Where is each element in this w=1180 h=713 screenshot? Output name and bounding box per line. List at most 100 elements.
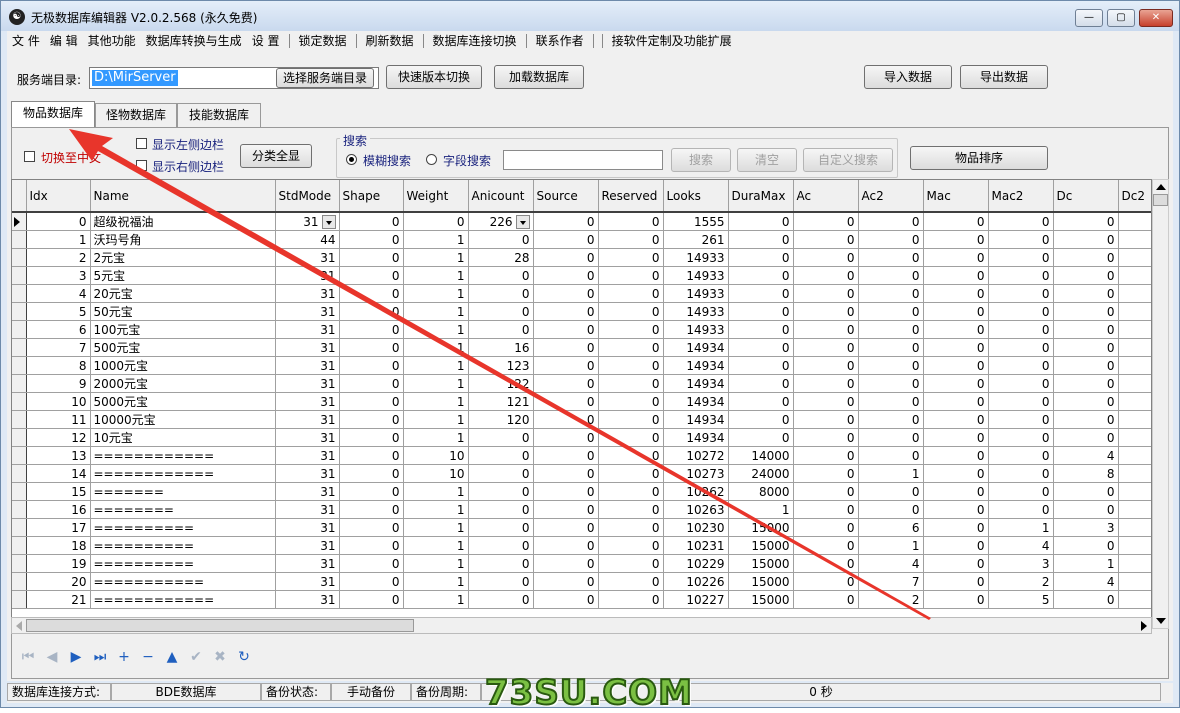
scroll-up-icon[interactable] xyxy=(1156,184,1166,190)
vertical-scroll-thumb[interactable] xyxy=(1153,194,1168,206)
table-cell[interactable]: 0 xyxy=(533,590,599,609)
table-cell[interactable]: 0 xyxy=(598,266,664,285)
row-indicator[interactable] xyxy=(12,338,27,357)
items-grid[interactable]: Idx Name StdMode Shape Weight Anicount Source R… xyxy=(11,179,1152,629)
table-cell[interactable]: 1 xyxy=(728,500,794,519)
table-row[interactable]: 13 ============ 31 0 10 0 0 0 10272 14000 0 0 0 0 4 xyxy=(12,446,1151,465)
table-cell[interactable]: 0 xyxy=(728,284,794,303)
table-cell[interactable]: 100元宝 xyxy=(90,320,276,339)
table-cell[interactable]: 0 xyxy=(339,284,404,303)
table-cell[interactable]: 0 xyxy=(988,464,1054,483)
table-row[interactable]: 12 10元宝 31 0 1 0 0 0 14934 0 0 0 0 0 0 xyxy=(12,428,1151,447)
table-cell[interactable]: ======== xyxy=(90,500,276,519)
search-button[interactable]: 搜索 xyxy=(671,148,731,172)
table-cell[interactable]: 31 xyxy=(275,410,340,429)
show-right-checkbox[interactable] xyxy=(136,160,147,171)
scroll-left-icon[interactable] xyxy=(16,621,22,631)
table-cell[interactable]: 261 xyxy=(663,230,729,249)
table-cell[interactable]: =========== xyxy=(90,572,276,591)
table-row[interactable]: 5 50元宝 31 0 1 0 0 0 14933 0 0 0 0 0 0 xyxy=(12,302,1151,321)
table-cell[interactable]: 0 xyxy=(988,230,1054,249)
table-cell[interactable]: 0 xyxy=(923,356,989,375)
table-cell[interactable]: 0 xyxy=(339,518,404,537)
table-cell[interactable]: 0 xyxy=(988,482,1054,501)
table-cell[interactable]: 1 xyxy=(26,230,91,249)
row-indicator[interactable] xyxy=(12,284,27,303)
table-cell[interactable]: 0 xyxy=(468,554,534,573)
table-cell[interactable] xyxy=(1118,590,1151,609)
table-cell[interactable] xyxy=(1118,266,1151,285)
menu-item[interactable]: 接软件定制及功能扩展 xyxy=(607,31,737,51)
table-row[interactable]: 18 ========== 31 0 1 0 0 0 10231 15000 0 1 0 4 0 xyxy=(12,536,1151,555)
table-row[interactable]: 4 20元宝 31 0 1 0 0 0 14933 0 0 0 0 0 0 xyxy=(12,284,1151,303)
table-cell[interactable]: 44 xyxy=(275,230,340,249)
table-cell[interactable]: 0 xyxy=(339,302,404,321)
table-cell[interactable]: 31 xyxy=(275,302,340,321)
table-cell[interactable]: 6 xyxy=(26,320,91,339)
table-cell[interactable]: 0 xyxy=(1053,410,1119,429)
table-cell[interactable]: 0 xyxy=(923,374,989,393)
table-cell[interactable]: 16 xyxy=(468,338,534,357)
table-row[interactable]: 0 超级祝福油 31 0 0 226 0 0 1555 0 0 0 0 0 0 xyxy=(12,212,1151,231)
table-cell[interactable]: 0 xyxy=(858,248,924,267)
table-cell[interactable]: 0 xyxy=(923,248,989,267)
table-cell[interactable] xyxy=(1118,428,1151,447)
table-cell[interactable]: 0 xyxy=(533,446,599,465)
table-cell[interactable]: 1 xyxy=(403,590,469,609)
table-cell[interactable]: 0 xyxy=(858,446,924,465)
table-cell[interactable]: 0 xyxy=(858,212,924,231)
table-cell[interactable]: 0 xyxy=(468,428,534,447)
table-cell[interactable]: 0 xyxy=(598,518,664,537)
table-cell[interactable]: 0 xyxy=(923,392,989,411)
table-cell[interactable]: 0 xyxy=(728,320,794,339)
table-cell[interactable]: 0 xyxy=(923,212,989,231)
table-cell[interactable]: 0 xyxy=(533,572,599,591)
table-cell[interactable]: 0 xyxy=(923,428,989,447)
table-cell[interactable]: 15000 xyxy=(728,572,794,591)
table-cell[interactable]: 123 xyxy=(468,356,534,375)
table-cell[interactable]: 0 xyxy=(533,284,599,303)
table-cell[interactable]: 500元宝 xyxy=(90,338,276,357)
table-cell[interactable]: 7 xyxy=(858,572,924,591)
table-cell[interactable]: 0 xyxy=(533,464,599,483)
table-row[interactable]: 21 ============ 31 0 1 0 0 0 10227 15000 0 2 0 5 0 xyxy=(12,590,1151,609)
table-cell[interactable]: 10229 xyxy=(663,554,729,573)
table-cell[interactable]: 0 xyxy=(1053,320,1119,339)
table-cell[interactable]: 10231 xyxy=(663,536,729,555)
table-row[interactable]: 11 10000元宝 31 0 1 120 0 0 14934 0 0 0 0 0 0 xyxy=(12,410,1151,429)
table-cell[interactable]: 0 xyxy=(793,482,859,501)
table-cell[interactable]: 0 xyxy=(793,356,859,375)
table-row[interactable]: 17 ========== 31 0 1 0 0 0 10230 15000 0 6 0 1 3 xyxy=(12,518,1151,537)
table-cell[interactable]: 0 xyxy=(1053,356,1119,375)
table-cell[interactable] xyxy=(1118,374,1151,393)
table-cell[interactable]: 0 xyxy=(533,338,599,357)
table-cell[interactable]: 0 xyxy=(988,266,1054,285)
table-cell[interactable]: 0 xyxy=(793,302,859,321)
table-cell[interactable]: 0 xyxy=(468,536,534,555)
table-cell[interactable]: 0 xyxy=(533,518,599,537)
first-icon[interactable]: ⏮ xyxy=(19,648,37,666)
table-cell[interactable]: 10226 xyxy=(663,572,729,591)
table-cell[interactable] xyxy=(1118,572,1151,591)
table-cell[interactable]: 0 xyxy=(793,572,859,591)
menu-item[interactable]: 刷新数据 xyxy=(361,31,419,51)
table-cell[interactable]: 0 xyxy=(598,284,664,303)
horizontal-scroll-thumb[interactable] xyxy=(26,619,414,632)
table-cell[interactable]: 31 xyxy=(275,518,340,537)
table-cell[interactable]: 0 xyxy=(598,338,664,357)
column-header-reserved[interactable]: Reserved xyxy=(598,180,664,213)
menu-item[interactable]: 设 置 xyxy=(247,31,285,51)
menu-item[interactable]: 编 辑 xyxy=(45,31,83,51)
column-header-stdmode[interactable]: StdMode xyxy=(275,180,340,213)
tab-items[interactable]: 物品数据库 xyxy=(11,101,95,128)
table-cell[interactable]: 0 xyxy=(858,374,924,393)
table-cell[interactable]: 4 xyxy=(1053,572,1119,591)
table-cell[interactable]: 4 xyxy=(858,554,924,573)
table-cell[interactable]: 0 xyxy=(988,302,1054,321)
table-cell[interactable]: 0 xyxy=(793,590,859,609)
table-cell[interactable] xyxy=(1118,302,1151,321)
table-cell[interactable]: 10000元宝 xyxy=(90,410,276,429)
column-header-ac[interactable]: Ac xyxy=(793,180,859,213)
table-cell[interactable]: 0 xyxy=(793,392,859,411)
table-cell[interactable]: 1 xyxy=(403,518,469,537)
